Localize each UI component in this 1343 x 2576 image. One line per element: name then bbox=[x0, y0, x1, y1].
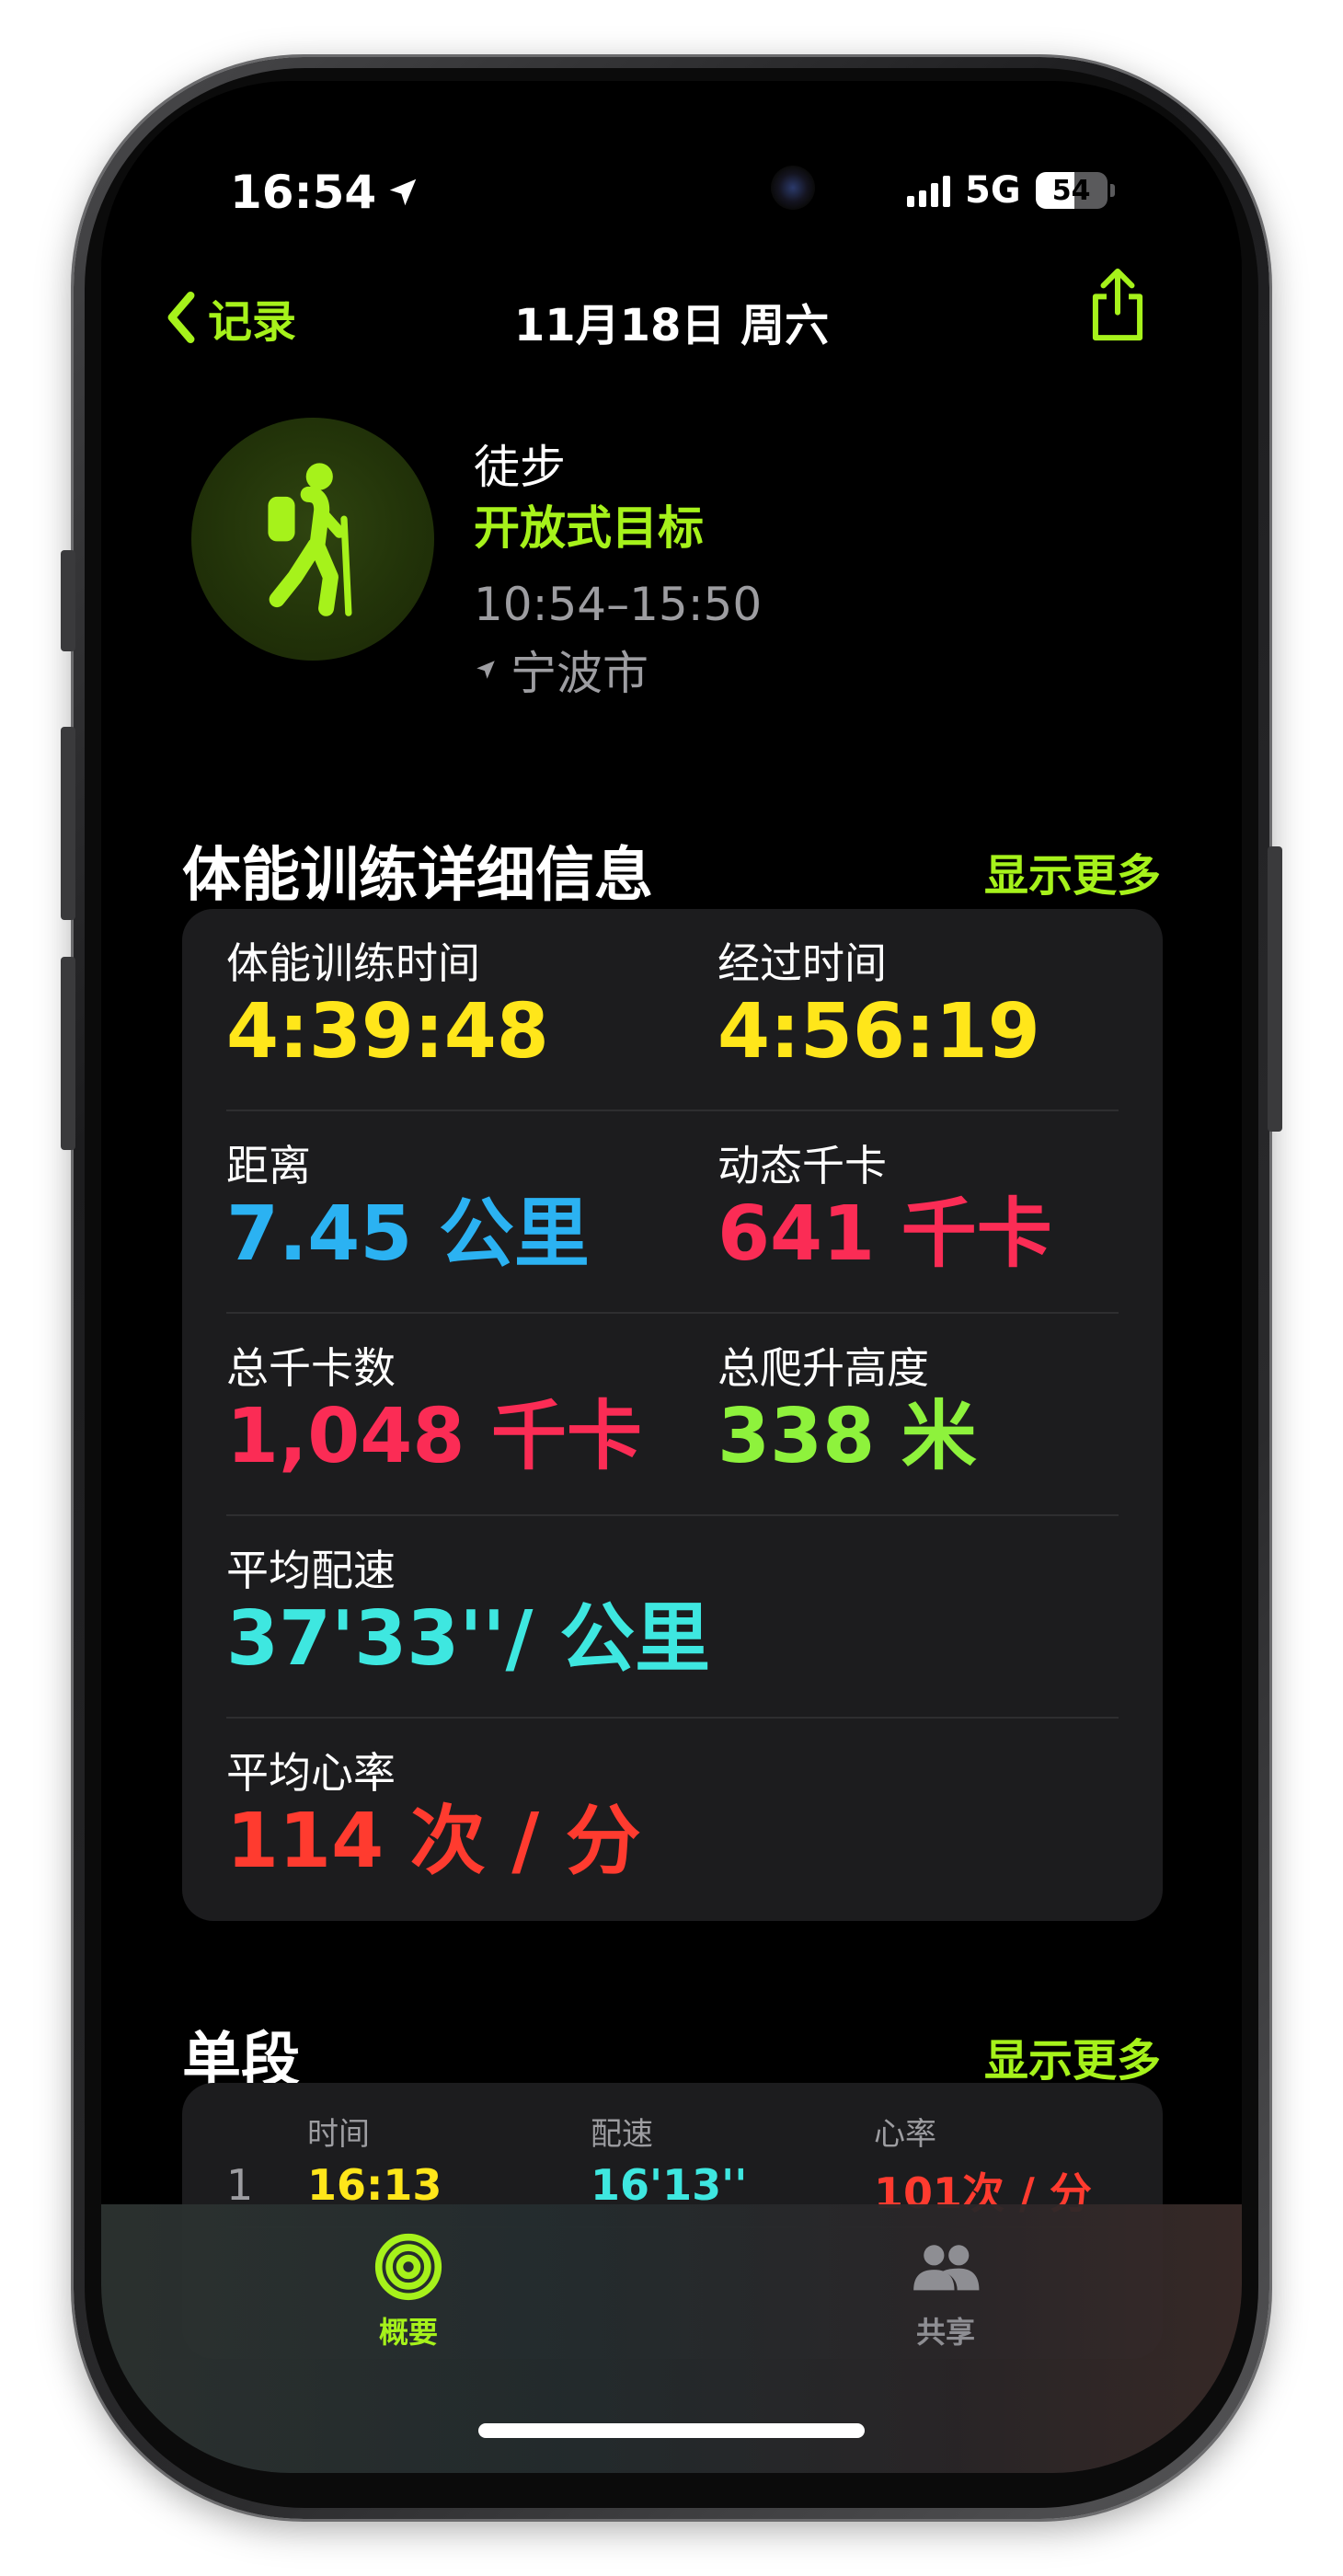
activity-rings-icon bbox=[374, 2233, 442, 2301]
workout-goal: 开放式目标 bbox=[474, 501, 704, 555]
status-time: 16:54 bbox=[230, 166, 420, 219]
stat-unit: 公里 bbox=[559, 1594, 711, 1683]
stat-unit: 公里 bbox=[438, 1190, 590, 1278]
stat-active-calories: 动态千卡 641 千卡 bbox=[717, 1143, 1052, 1276]
stat-label: 体能训练时间 bbox=[226, 938, 480, 988]
stat-row: 总千卡数 1,048 千卡 总爬升高度 338 米 bbox=[226, 1314, 1119, 1516]
tab-summary[interactable]: 概要 bbox=[316, 2232, 500, 2352]
stat-row: 平均配速 37'33''/ 公里 bbox=[226, 1516, 1119, 1719]
split-pace: 16'13'' bbox=[591, 2160, 748, 2210]
details-show-more-button[interactable]: 显示更多 bbox=[984, 839, 1161, 903]
stat-elevation-gain: 总爬升高度 338 米 bbox=[717, 1345, 977, 1478]
stat-label: 平均配速 bbox=[226, 1546, 396, 1595]
people-icon bbox=[913, 2245, 980, 2291]
location-arrow-icon bbox=[476, 661, 495, 679]
workout-time-range: 10:54–15:50 bbox=[474, 578, 763, 631]
stat-unit: 千卡 bbox=[901, 1190, 1052, 1278]
splits-header-heart-rate: 心率 bbox=[874, 2116, 936, 2153]
screen: 16:54 5G 54 记录 11月18日 周六 徒步 开放式目标 10:54–… bbox=[101, 81, 1242, 2473]
stat-number: 1,048 bbox=[226, 1392, 465, 1480]
stat-label: 总千卡数 bbox=[226, 1343, 396, 1393]
splits-header-pace: 配速 bbox=[591, 2116, 653, 2153]
stat-number: 114 bbox=[226, 1797, 385, 1885]
workout-type: 徒步 bbox=[474, 441, 566, 494]
stat-distance: 距离 7.45 公里 bbox=[226, 1143, 590, 1276]
stat-average-pace: 平均配速 37'33''/ 公里 bbox=[226, 1547, 710, 1681]
stat-value: 338 米 bbox=[717, 1392, 977, 1480]
split-time: 16:13 bbox=[307, 2160, 442, 2210]
status-time-text: 16:54 bbox=[230, 166, 377, 219]
stat-row: 体能训练时间 4:39:48 经过时间 4:56:19 bbox=[226, 909, 1119, 1111]
splits-show-more-button[interactable]: 显示更多 bbox=[984, 2024, 1161, 2088]
battery-icon: 54 bbox=[1035, 172, 1115, 209]
stat-number: 7.45 bbox=[226, 1190, 413, 1278]
status-indicators: 5G 54 bbox=[907, 169, 1115, 212]
stat-row: 平均心率 114 次 / 分 bbox=[226, 1719, 1119, 1921]
stat-value: 641 千卡 bbox=[717, 1190, 1052, 1278]
mute-switch bbox=[61, 550, 75, 651]
workout-badge bbox=[191, 418, 434, 661]
stat-value: 1,048 千卡 bbox=[226, 1392, 642, 1480]
tab-sharing[interactable]: 共享 bbox=[854, 2232, 1038, 2352]
stat-unit: 千卡 bbox=[490, 1392, 642, 1480]
stat-workout-time: 体能训练时间 4:39:48 bbox=[226, 940, 549, 1074]
share-icon[interactable] bbox=[1085, 265, 1150, 344]
stat-value: 7.45 公里 bbox=[226, 1190, 590, 1278]
stat-elapsed-time: 经过时间 4:56:19 bbox=[717, 940, 1040, 1074]
stat-total-calories: 总千卡数 1,048 千卡 bbox=[226, 1345, 642, 1478]
stat-label: 距离 bbox=[226, 1141, 311, 1190]
split-index: 1 bbox=[226, 2160, 254, 2210]
volume-down-button bbox=[61, 957, 75, 1150]
workout-location: 宁波市 bbox=[474, 637, 649, 703]
stat-label: 经过时间 bbox=[717, 938, 887, 988]
stat-value: 37'33''/ 公里 bbox=[226, 1594, 711, 1683]
battery-level: 54 bbox=[1051, 174, 1091, 207]
stat-number: 641 bbox=[717, 1190, 876, 1278]
stat-value: 4:39:48 bbox=[226, 987, 549, 1075]
stat-label: 动态千卡 bbox=[717, 1141, 887, 1190]
stat-average-heart-rate: 平均心率 114 次 / 分 bbox=[226, 1750, 641, 1883]
tab-summary-label: 概要 bbox=[378, 2315, 438, 2350]
volume-up-button bbox=[61, 727, 75, 920]
stat-label: 总爬升高度 bbox=[717, 1343, 929, 1393]
stat-unit: 米 bbox=[901, 1392, 977, 1480]
stat-unit: 次 / 分 bbox=[409, 1797, 641, 1885]
workout-location-text: 宁波市 bbox=[511, 647, 649, 700]
workout-details-card: 体能训练时间 4:39:48 经过时间 4:56:19 距离 7.45 公里 动… bbox=[182, 909, 1163, 1921]
stat-number: 4:39:48 bbox=[226, 987, 549, 1075]
cellular-signal-icon bbox=[907, 174, 950, 207]
stat-value: 114 次 / 分 bbox=[226, 1800, 641, 1883]
hiker-icon bbox=[268, 463, 352, 616]
stat-row: 距离 7.45 公里 动态千卡 641 千卡 bbox=[226, 1111, 1119, 1314]
page-title: 11月18日 周六 bbox=[513, 300, 830, 351]
stat-number: 338 bbox=[717, 1392, 876, 1480]
tab-sharing-label: 共享 bbox=[915, 2315, 975, 2350]
stat-value: 4:56:19 bbox=[717, 987, 1040, 1075]
location-arrow-icon bbox=[389, 178, 417, 206]
details-section-title: 体能训练详细信息 bbox=[182, 842, 653, 910]
power-button bbox=[1268, 846, 1282, 1132]
home-indicator[interactable] bbox=[478, 2423, 865, 2438]
stat-number: 37'33''/ bbox=[226, 1594, 534, 1683]
stat-number: 4:56:19 bbox=[717, 987, 1040, 1075]
network-type: 5G bbox=[965, 169, 1021, 212]
splits-header-time: 时间 bbox=[307, 2116, 370, 2153]
stat-label: 平均心率 bbox=[226, 1748, 396, 1798]
front-camera-icon bbox=[771, 166, 815, 210]
